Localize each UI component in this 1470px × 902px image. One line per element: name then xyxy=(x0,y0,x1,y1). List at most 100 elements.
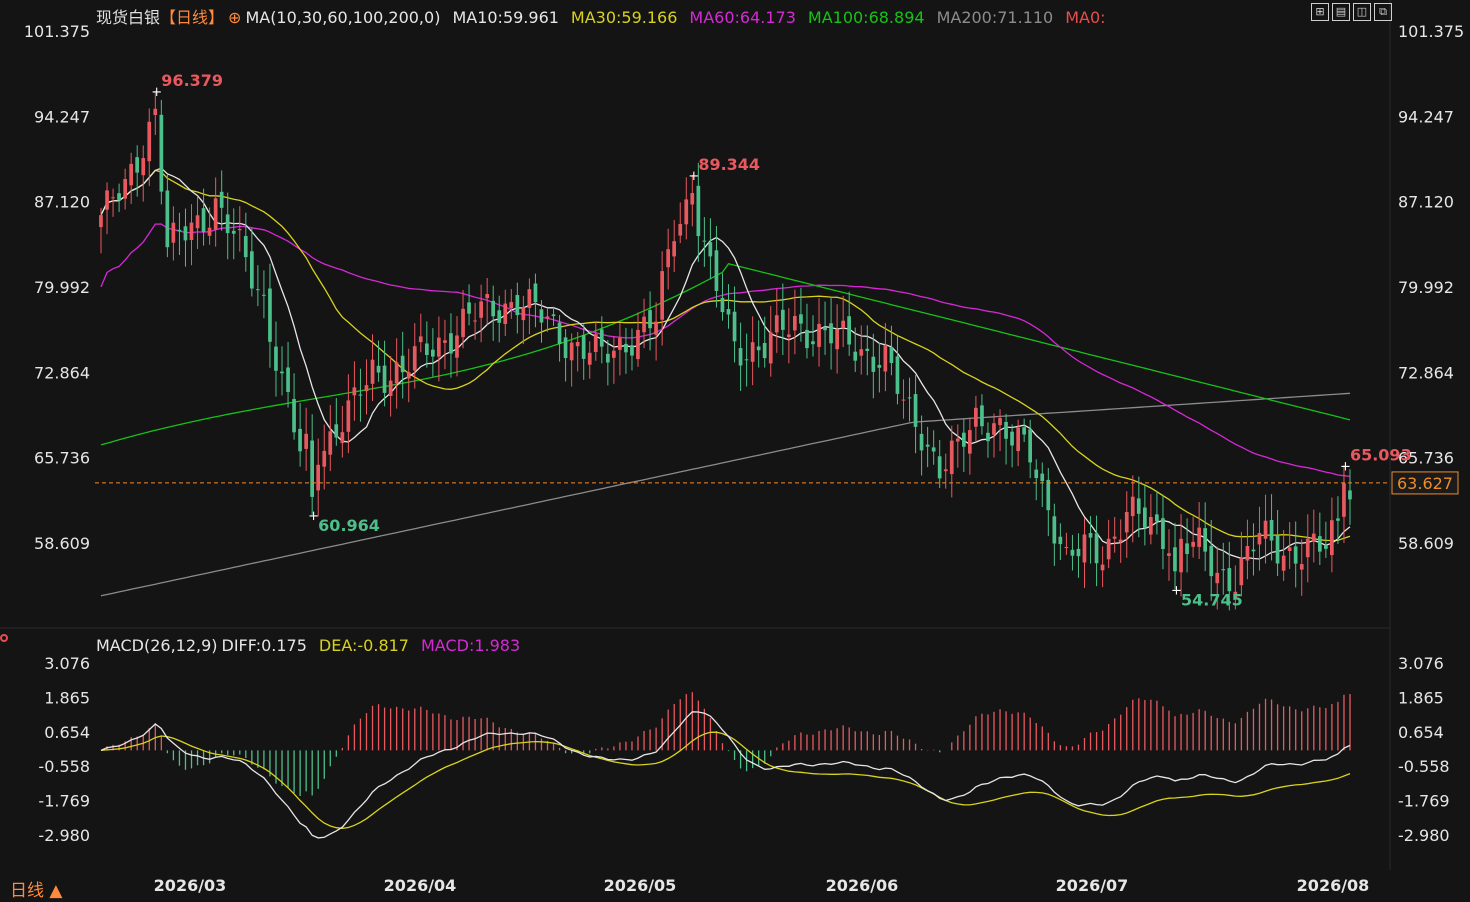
macd-tick-right: 3.076 xyxy=(1398,654,1444,673)
macd-header: MACD(26,12,9) DIFF:0.175 DEA:-0.817 MACD:1.… xyxy=(96,636,532,655)
candle-body xyxy=(304,433,308,449)
date-tick: 2026/06 xyxy=(826,876,899,895)
candle-body xyxy=(1016,427,1020,452)
candle-body xyxy=(859,349,864,356)
price-tick-right: 101.375 xyxy=(1398,22,1464,41)
candle-body xyxy=(811,341,815,345)
candle-body xyxy=(889,347,894,363)
toolbar: ⊞ ▤ ◫ ⧉ xyxy=(1311,3,1392,21)
indicator-dot-icon[interactable] xyxy=(0,634,8,642)
price-tick-right: 87.120 xyxy=(1398,193,1454,212)
macd-settings[interactable]: MACD(26,12,9) xyxy=(96,636,218,655)
candle-body xyxy=(696,185,701,237)
candle-body xyxy=(1209,545,1214,577)
candle-body xyxy=(346,400,351,432)
candle-body xyxy=(660,271,664,320)
period-selector[interactable]: 日线 ▲ xyxy=(10,876,62,901)
macd-tick-left: 3.076 xyxy=(44,654,90,673)
candle-body xyxy=(648,310,652,329)
candle-body xyxy=(931,447,936,452)
candle-body xyxy=(569,342,574,361)
ma100-value: MA100:68.894 xyxy=(807,8,925,27)
candle-body xyxy=(787,334,791,337)
candle-body xyxy=(1028,429,1032,463)
candle-body xyxy=(225,214,230,234)
candle-body xyxy=(189,222,194,240)
candle-body xyxy=(171,222,176,243)
candle-body xyxy=(1124,512,1129,533)
candle-body xyxy=(219,191,224,208)
add-indicator-icon[interactable]: ⊕ xyxy=(228,8,241,27)
ma-settings[interactable]: MA(10,30,60,100,200,0) xyxy=(245,8,440,27)
candle-body xyxy=(829,323,833,344)
candle-body xyxy=(853,351,858,361)
candle-body xyxy=(986,432,990,442)
price-tick-left: 65.736 xyxy=(34,449,90,468)
candle-body xyxy=(823,327,827,331)
current-price-label: 63.627 xyxy=(1397,474,1453,493)
candle-body xyxy=(1239,558,1244,586)
price-tick-left: 87.120 xyxy=(34,193,90,212)
candle-body xyxy=(292,399,296,433)
split-view-icon[interactable]: ▤ xyxy=(1332,3,1350,21)
ma0-value: MA0: xyxy=(1065,8,1106,27)
candle-body xyxy=(949,440,954,475)
candle-body xyxy=(274,346,278,371)
candle-body xyxy=(557,322,562,344)
candle-body xyxy=(738,348,743,366)
candle-body xyxy=(449,333,453,354)
candle-body xyxy=(123,179,127,199)
candle-body xyxy=(919,433,924,451)
candle-body xyxy=(750,342,755,362)
ma200-value: MA200:71.110 xyxy=(936,8,1054,27)
candle-body xyxy=(1185,543,1189,554)
macd-tick-left: -2.980 xyxy=(38,826,90,845)
candle-body xyxy=(1118,539,1123,542)
candle-body xyxy=(702,240,707,242)
grid-layout-icon[interactable]: ⊞ xyxy=(1311,3,1329,21)
candle-body xyxy=(1130,496,1135,517)
price-tick-right: 79.992 xyxy=(1398,278,1454,297)
candle-body xyxy=(865,348,870,351)
candle-body xyxy=(768,332,773,364)
candle-body xyxy=(1191,541,1195,547)
macd-tick-right: -0.558 xyxy=(1398,757,1450,776)
candle-body xyxy=(425,343,429,355)
candle-body xyxy=(1215,572,1220,584)
ma60-value: MA60:64.173 xyxy=(689,8,796,27)
candle-body xyxy=(515,295,520,316)
candle-body xyxy=(732,311,737,342)
period-tag[interactable]: 【日线】 xyxy=(160,8,224,27)
candle-body xyxy=(400,355,405,373)
candle-body xyxy=(1004,421,1008,439)
candle-body xyxy=(606,353,610,363)
price-chart[interactable]: 101.375 101.375 94.247 94.247 87.120 87.120 79… xyxy=(0,0,1470,902)
candle-body xyxy=(781,309,785,330)
candle-body xyxy=(1275,535,1280,564)
chart-mode-icon[interactable]: ◫ xyxy=(1353,3,1371,21)
candle-body xyxy=(1197,527,1201,547)
candle-body xyxy=(690,193,695,205)
candle-body xyxy=(756,346,761,351)
candle-body xyxy=(388,380,393,396)
candle-body xyxy=(1046,479,1051,511)
candle-body xyxy=(563,337,568,358)
maximize-icon[interactable]: ⧉ xyxy=(1374,3,1392,21)
candle-body xyxy=(1064,547,1069,548)
candle-body xyxy=(774,315,779,333)
candle-body xyxy=(382,365,387,393)
candle-body xyxy=(672,241,676,257)
candle-body xyxy=(1251,549,1256,552)
candle-body xyxy=(636,329,640,360)
candle-body xyxy=(762,343,767,359)
candle-body xyxy=(497,310,502,323)
candle-body xyxy=(243,236,248,258)
candle-body xyxy=(1149,517,1153,535)
candle-body xyxy=(883,345,888,372)
candle-body xyxy=(250,251,254,289)
candle-body xyxy=(129,163,133,186)
candle-body xyxy=(1155,514,1159,522)
candle-body xyxy=(527,289,532,308)
candle-body xyxy=(533,283,538,303)
candle-body xyxy=(581,335,586,359)
